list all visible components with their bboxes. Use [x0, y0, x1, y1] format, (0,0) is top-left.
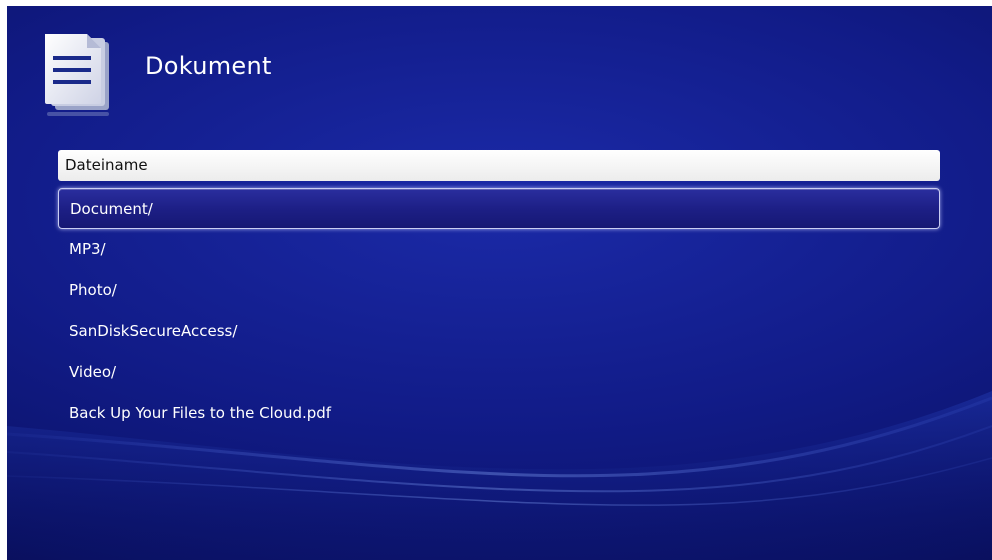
list-item[interactable]: MP3/: [58, 229, 940, 270]
document-icon: [45, 34, 109, 116]
column-header-filename[interactable]: Dateiname: [58, 150, 940, 181]
list-item[interactable]: Back Up Your Files to the Cloud.pdf: [58, 393, 940, 434]
media-player-screen: Dokument Dateiname Document/ MP3/ Photo/…: [7, 6, 992, 560]
list-item[interactable]: Photo/: [58, 270, 940, 311]
file-list: Document/ MP3/ Photo/ SanDiskSecureAcces…: [58, 188, 940, 434]
list-item[interactable]: Video/: [58, 352, 940, 393]
list-item[interactable]: SanDiskSecureAccess/: [58, 311, 940, 352]
page-title: Dokument: [145, 52, 272, 80]
list-item[interactable]: Document/: [58, 188, 940, 229]
